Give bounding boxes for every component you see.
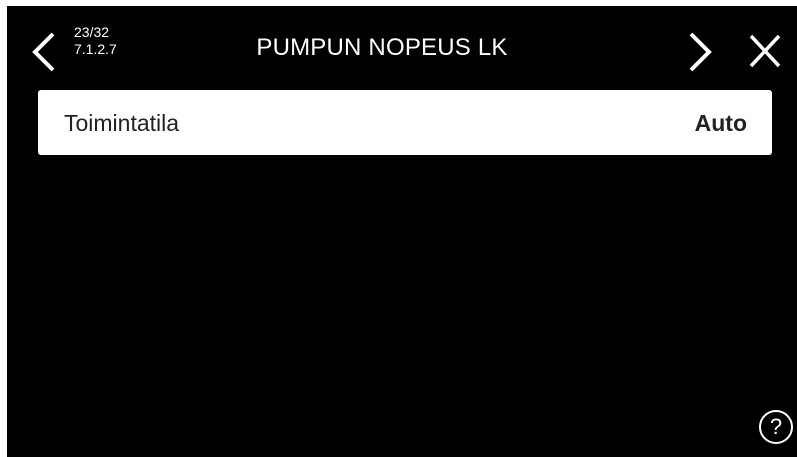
- back-button[interactable]: [29, 30, 59, 74]
- chevron-right-icon: [689, 32, 712, 72]
- close-icon: [749, 34, 781, 68]
- page-title: PUMPUN NOPEUS LK: [256, 34, 508, 61]
- setting-value: Auto: [694, 110, 747, 136]
- help-icon: ?: [769, 414, 783, 439]
- screen: 23/32 7.1.2.7 PUMPUN NOPEUS LK Toimintat…: [7, 6, 797, 457]
- setting-label: Toimintatila: [64, 110, 180, 136]
- close-button[interactable]: [745, 32, 785, 72]
- page-counter: 23/32 7.1.2.7: [74, 24, 117, 58]
- menu-path: 7.1.2.7: [74, 41, 117, 57]
- setting-row-toimintatila[interactable]: Toimintatila Auto: [38, 90, 772, 155]
- help-button[interactable]: ?: [759, 410, 793, 444]
- next-button[interactable]: [685, 30, 715, 74]
- page-counter-value: 23/32: [74, 24, 110, 40]
- chevron-left-icon: [32, 32, 55, 72]
